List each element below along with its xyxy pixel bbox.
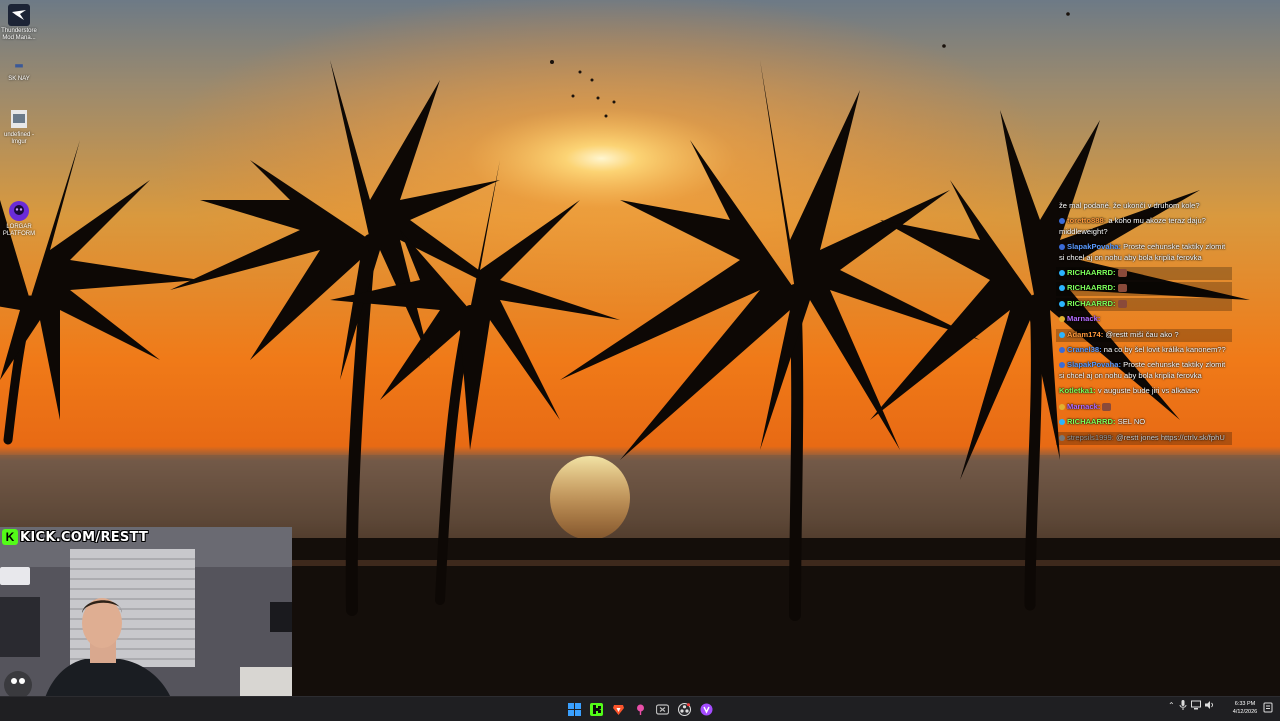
- chat-message: RICHAARRD: SEL NO: [1056, 416, 1232, 429]
- chat-username: strepsils1999:: [1067, 432, 1114, 442]
- taskbar-pinned-apps: [565, 700, 716, 718]
- image-file-icon: [11, 110, 27, 128]
- clock-date: 4/12/2026: [1232, 709, 1258, 715]
- chat-badge-icon: [1059, 244, 1065, 251]
- chat-badge-icon: [1059, 331, 1065, 338]
- desktop-icon-label: LORGAR PLATFORM: [2, 224, 36, 237]
- chat-username: RICHAARRD:: [1067, 268, 1116, 278]
- chat-username: SlapakPovaha:: [1067, 360, 1122, 370]
- kick-channel-label: K KICK.COM/RESTT: [2, 528, 148, 546]
- chat-badge-icon: [1059, 419, 1065, 426]
- pink-pin-app-icon: [637, 704, 644, 715]
- purple-app-icon: [700, 703, 713, 715]
- chat-message: že mal podané, že ukončí v druhom kole?: [1056, 200, 1232, 213]
- taskbar-start-button[interactable]: [565, 700, 584, 718]
- chat-badge-icon: [1059, 300, 1065, 307]
- desktop-icon-label: undefined - Imgur: [3, 132, 35, 145]
- taskbar-clock[interactable]: 6:33 PM 4/12/2026: [1229, 700, 1261, 716]
- chat-username: toretto888:: [1067, 216, 1107, 226]
- chat-badge-icon: [1059, 316, 1065, 323]
- chat-emote-icon: [1117, 284, 1127, 293]
- chat-message: RICHAARRD:: [1056, 297, 1232, 312]
- chat-username: Adam174:: [1067, 329, 1104, 339]
- desktop-icon-sk-nay[interactable]: SK NAY: [0, 62, 38, 83]
- taskbar-pink-app[interactable]: [631, 700, 650, 718]
- chat-badge-icon: [1059, 218, 1065, 225]
- chat-username: Marnack:: [1067, 401, 1101, 411]
- chat-text: na co by šel lovit králika kanonem??: [1103, 345, 1226, 355]
- taskbar-obs-app[interactable]: [675, 700, 694, 718]
- stream-chat-overlay: že mal podané, že ukončí v druhom kole? …: [1056, 200, 1232, 447]
- chat-username: Kotletka1:: [1059, 386, 1096, 396]
- chat-username: RICHAARRD:: [1067, 283, 1116, 293]
- taskbar-brave-browser[interactable]: [609, 700, 628, 718]
- chat-username: RICHAARRD:: [1067, 417, 1116, 427]
- lorgar-icon: [9, 201, 29, 221]
- desktop-icon-imgur[interactable]: undefined - Imgur: [0, 108, 38, 146]
- chat-message: strepsils1999: @restt jones https://ctrl…: [1056, 431, 1232, 445]
- chat-message: RICHAARRD:: [1056, 282, 1232, 296]
- windows-start-icon: [568, 702, 581, 716]
- chat-badge-icon: [1059, 434, 1065, 441]
- clock-time: 6:33 PM: [1234, 701, 1256, 707]
- chat-text: SEL NO: [1117, 417, 1146, 427]
- volume-icon[interactable]: [1204, 700, 1215, 710]
- chat-text: v auguste bude jiri vs alkalaev: [1097, 386, 1200, 396]
- chat-text: @restt miši čau ako ?: [1105, 329, 1179, 339]
- chat-message: toretto888: a koho mu akoze teraz daju? …: [1056, 215, 1232, 239]
- chat-message: RICHAARRD:: [1056, 267, 1232, 281]
- chat-username: SlapakPovaha:: [1067, 242, 1122, 252]
- chat-emote-icon: [1117, 299, 1127, 308]
- windows-taskbar: ⌃ 6:33 PM 4/12/2026: [0, 696, 1280, 721]
- chat-username: Marnack:: [1067, 314, 1101, 324]
- chat-message: SlapakPovaha: Proste cehunske taktiky zl…: [1056, 241, 1232, 265]
- thunderstore-icon: [8, 4, 30, 26]
- chat-badge-icon: [1059, 270, 1065, 277]
- chat-username: Cranel38:: [1067, 345, 1102, 355]
- webcam-overlay: [0, 527, 292, 720]
- chat-badge-icon: [1059, 285, 1065, 292]
- kick-channel-url: KICK.COM/RESTT: [20, 529, 149, 545]
- desktop-icon-label: Thunderstore Mod Mana...: [1, 28, 37, 41]
- notification-bell-icon[interactable]: [1263, 702, 1273, 714]
- brave-browser-icon: [613, 704, 624, 715]
- chat-message: Kotletka1: v auguste bude jiri vs alkala…: [1056, 385, 1232, 398]
- system-tray: ⌃: [1168, 700, 1215, 710]
- network-icon[interactable]: [1190, 700, 1201, 710]
- shortcut-icon: [15, 64, 23, 68]
- chat-message: Cranel38: na co by šel lovit králika kan…: [1056, 344, 1232, 357]
- kick-app-icon: [590, 702, 603, 716]
- taskbar-xbox-app[interactable]: [653, 700, 672, 718]
- kick-logo-icon: K: [2, 529, 18, 545]
- chat-username: RICHAARRD:: [1067, 298, 1116, 308]
- taskbar-kick-app[interactable]: [587, 700, 606, 718]
- microphone-icon[interactable]: [1179, 700, 1187, 710]
- webcam-feed-graphic: [0, 527, 292, 720]
- desktop-icon-lorgar[interactable]: LORGAR PLATFORM: [0, 200, 38, 238]
- chat-emote-icon: [1117, 269, 1127, 278]
- chat-badge-icon: [1059, 347, 1065, 354]
- xbox-icon: [656, 703, 669, 715]
- chat-text: @restt jones https://ctrlv.sk/fphU: [1115, 432, 1225, 442]
- chat-message: SlapakPovaha: Proste cehunske taktiky zl…: [1056, 359, 1232, 383]
- obs-icon: [678, 702, 691, 716]
- chat-message: Marnack:: [1056, 313, 1232, 326]
- chat-message: Marnack:: [1056, 401, 1232, 414]
- chat-emote-icon: [1102, 402, 1112, 411]
- desktop-icon-thunderstore[interactable]: Thunderstore Mod Mana...: [0, 4, 38, 42]
- tray-overflow-chevron-icon[interactable]: ⌃: [1168, 701, 1175, 710]
- chat-message: Adam174: @restt miši čau ako ?: [1056, 328, 1232, 343]
- chat-badge-icon: [1059, 362, 1065, 369]
- chat-badge-icon: [1059, 403, 1065, 410]
- desktop-icon-label: SK NAY: [8, 76, 30, 82]
- chat-text: že mal podané, že ukončí v druhom kole?: [1059, 201, 1200, 210]
- taskbar-purple-app[interactable]: [697, 700, 716, 718]
